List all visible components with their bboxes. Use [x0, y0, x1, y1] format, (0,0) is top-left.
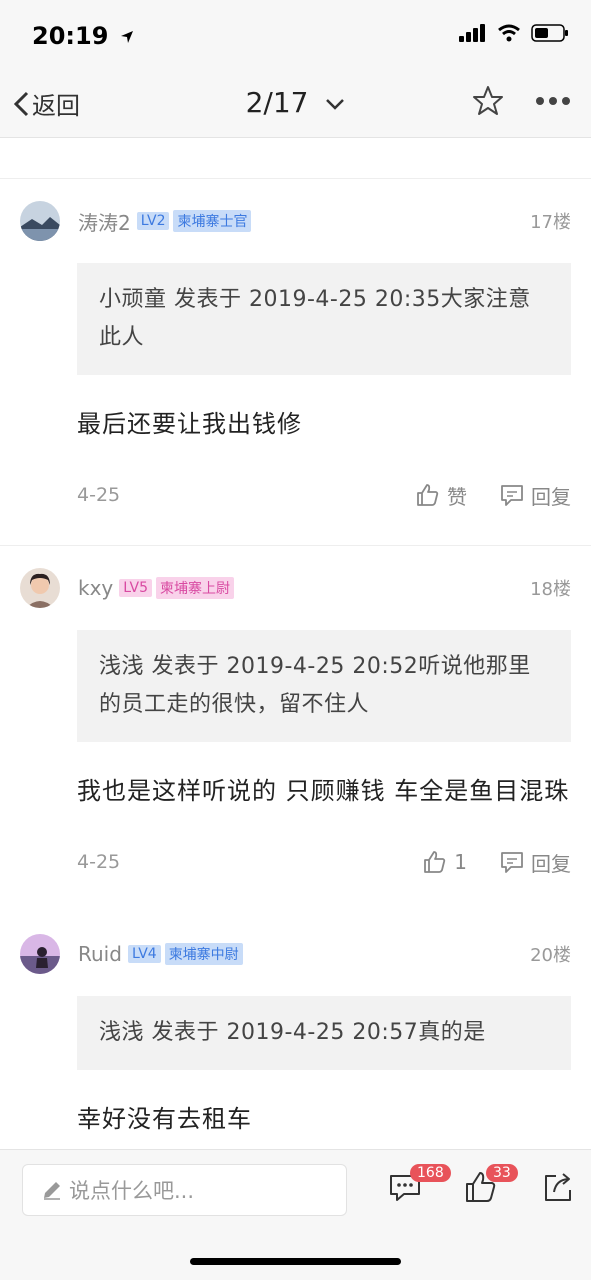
post-item: 涛涛2 LV2 柬埔寨士官 17楼 小顽童 发表于 2019-4-25 20:3…: [0, 179, 591, 546]
reply-label: 回复: [531, 484, 571, 509]
like-count-badge: 33: [486, 1164, 518, 1182]
quote-block: 浅浅 发表于 2019-4-25 20:52听说他那里的员工走的很快，留不住人: [77, 630, 571, 742]
comment-placeholder: 说点什么吧...: [69, 1179, 195, 1203]
avatar[interactable]: [20, 934, 60, 974]
floor-number: 18楼: [530, 579, 571, 600]
status-time-text: 20:19: [32, 22, 109, 50]
post-actions: 1 回复: [422, 848, 571, 877]
username[interactable]: Ruid: [78, 942, 122, 966]
page-number: 2/17: [245, 86, 309, 119]
pencil-icon: [44, 1182, 60, 1200]
more-icon[interactable]: [535, 96, 571, 106]
comment-count-badge: 168: [410, 1164, 451, 1182]
comment-icon: [501, 852, 523, 873]
share-button[interactable]: [542, 1170, 574, 1208]
quote-block: 浅浅 发表于 2019-4-25 20:57真的是: [77, 996, 571, 1070]
post-header: kxy LV5 柬埔寨上尉 18楼: [20, 546, 571, 630]
post-item: kxy LV5 柬埔寨上尉 18楼 浅浅 发表于 2019-4-25 20:52…: [0, 546, 591, 912]
rank-badge: 柬埔寨中尉: [164, 943, 243, 965]
share-icon: [545, 1173, 571, 1201]
post-header: Ruid LV4 柬埔寨中尉 20楼: [20, 912, 571, 996]
level-badge: LV2: [136, 212, 170, 230]
previous-post-tail: [0, 139, 591, 179]
floor-number: 17楼: [530, 212, 571, 233]
username[interactable]: kxy: [78, 576, 113, 600]
avatar[interactable]: [20, 568, 60, 608]
wifi-icon: [498, 24, 520, 42]
rank-badge: 柬埔寨上尉: [156, 577, 235, 599]
chevron-down-icon: [326, 99, 345, 110]
like-label: 赞: [447, 484, 467, 509]
status-time: 20:19: [32, 22, 135, 50]
post-footer: 4-25 1 回复: [77, 812, 571, 912]
thumbs-up-icon: [424, 851, 446, 873]
post-footer: 4-25 赞 回复: [77, 445, 571, 545]
star-icon[interactable]: [471, 84, 505, 118]
level-badge: LV4: [127, 945, 161, 963]
post-body: 我也是这样听说的 只顾赚钱 车全是鱼目混珠: [77, 777, 570, 805]
level-badge: LV5: [119, 579, 153, 597]
reply-button[interactable]: 回复: [499, 848, 571, 877]
reply-button[interactable]: 回复: [499, 481, 571, 510]
post-body: 最后还要让我出钱修: [77, 410, 302, 438]
like-count: 1: [454, 850, 467, 874]
comments-button[interactable]: 168: [388, 1164, 451, 1208]
post-date: 4-25: [77, 484, 121, 506]
quote-block: 小顽童 发表于 2019-4-25 20:35大家注意此人: [77, 263, 571, 375]
nav-bar: 返回 2/17: [0, 72, 591, 138]
post-item: Ruid LV4 柬埔寨中尉 20楼 浅浅 发表于 2019-4-25 20:5…: [0, 912, 591, 1140]
status-icons: [459, 24, 569, 42]
comment-icon: [501, 485, 523, 506]
home-indicator[interactable]: [190, 1258, 401, 1265]
thumbs-up-icon: [417, 484, 439, 506]
rank-badge: 柬埔寨士官: [173, 210, 252, 232]
post-list[interactable]: 涛涛2 LV2 柬埔寨士官 17楼 小顽童 发表于 2019-4-25 20:3…: [0, 139, 591, 1149]
like-button[interactable]: 赞: [415, 481, 467, 510]
floor-number: 20楼: [530, 945, 571, 966]
battery-icon: [531, 24, 568, 42]
post-header: 涛涛2 LV2 柬埔寨士官 17楼: [20, 179, 571, 263]
location-arrow-icon: [120, 31, 133, 43]
reply-label: 回复: [531, 851, 571, 876]
post-actions: 赞 回复: [415, 481, 571, 510]
comment-input[interactable]: 说点什么吧...: [22, 1164, 347, 1216]
post-date: 4-25: [77, 851, 121, 873]
username[interactable]: 涛涛2: [78, 207, 131, 236]
avatar[interactable]: [20, 201, 60, 241]
status-bar: 20:19: [0, 0, 591, 72]
signal-icon: [459, 24, 485, 42]
like-thread-button[interactable]: 33: [464, 1164, 518, 1208]
like-button[interactable]: 1: [422, 849, 467, 875]
post-body: 幸好没有去租车: [77, 1105, 252, 1133]
nav-actions: [471, 84, 571, 118]
